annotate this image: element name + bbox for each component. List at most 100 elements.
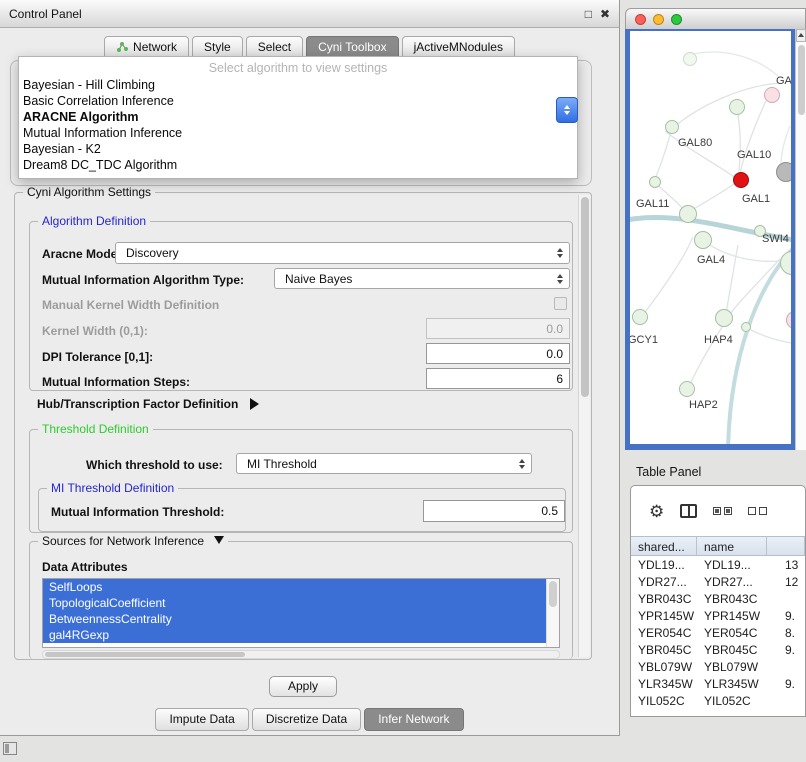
network-node-selected[interactable] [733, 172, 749, 188]
scrollbar-thumb[interactable] [45, 652, 245, 657]
network-node[interactable] [729, 99, 745, 115]
network-node[interactable] [741, 322, 751, 332]
table-row[interactable]: YIL052C YIL052C [631, 692, 805, 709]
dropdown-item[interactable]: Mutual Information Inference [19, 125, 577, 141]
network-node[interactable] [679, 381, 695, 397]
aracne-mode-combo[interactable]: Discovery [115, 242, 570, 264]
manual-kernel-checkbox[interactable] [554, 297, 567, 310]
zoom-traffic-light[interactable] [671, 14, 682, 25]
table-cell: YBR043C [631, 592, 697, 606]
network-tab-icon [116, 41, 128, 53]
dpi-tolerance-label: DPI Tolerance [0,1]: [42, 350, 153, 364]
column-header[interactable] [767, 537, 805, 555]
mi-type-combo[interactable]: Naive Bayes [274, 268, 570, 289]
kernel-width-field[interactable]: 0.0 [426, 318, 570, 339]
table-row[interactable]: YBL079W YBL079W [631, 658, 805, 675]
list-item[interactable]: gal4RGexp [43, 627, 546, 643]
algorithm-combo-button[interactable] [556, 97, 578, 123]
dpi-tolerance-field[interactable]: 0.0 [426, 343, 570, 364]
table-panel-window: ⚙ shared... name YDL19... YDL19... 13 YD… [630, 485, 806, 717]
table-cell: YDR27... [631, 575, 697, 589]
settings-group-title: Cyni Algorithm Settings [23, 185, 155, 199]
table-header-row: shared... name [631, 536, 805, 556]
mi-threshold-field[interactable]: 0.5 [423, 500, 565, 522]
deselect-all-icon[interactable] [748, 507, 767, 515]
apply-button[interactable]: Apply [269, 676, 337, 697]
column-header[interactable]: name [697, 537, 767, 555]
network-node[interactable] [683, 52, 697, 66]
combo-stepper-icon [557, 274, 563, 284]
table-row[interactable]: YPR145W YPR145W 9. [631, 607, 805, 624]
collapse-down-icon [214, 536, 224, 544]
table-row[interactable]: YBR043C YBR043C [631, 590, 805, 607]
scrollbar-thumb[interactable] [581, 197, 589, 397]
network-node[interactable] [764, 87, 780, 103]
mi-threshold-label: Mutual Information Threshold: [51, 505, 224, 519]
select-all-icon[interactable] [713, 507, 732, 515]
which-threshold-label: Which threshold to use: [86, 458, 223, 472]
minimize-icon[interactable]: □ [585, 7, 592, 21]
dropdown-item[interactable]: Basic Correlation Inference [19, 93, 577, 109]
mi-threshold-group-title: MI Threshold Definition [47, 481, 178, 495]
threshold-definition-title: Threshold Definition [38, 422, 153, 436]
scrollbar-thumb[interactable] [549, 581, 557, 607]
close-icon[interactable]: ✖ [600, 7, 610, 21]
network-scrollbar[interactable] [795, 29, 806, 450]
table-row[interactable]: YBR045C YBR045C 9. [631, 641, 805, 658]
gear-icon[interactable]: ⚙ [649, 503, 664, 520]
network-node[interactable] [776, 162, 795, 182]
mi-type-label: Mutual Information Algorithm Type: [42, 273, 244, 287]
node-label: SWI4 [762, 233, 789, 245]
list-scrollbar[interactable] [546, 579, 559, 647]
panel-dock-icon[interactable] [3, 742, 17, 755]
list-item[interactable]: TopologicalCoefficient [43, 595, 546, 611]
network-node[interactable] [649, 176, 661, 188]
table-toolbar: ⚙ [631, 486, 805, 536]
node-label: GAL80 [678, 137, 712, 149]
table-row[interactable]: YLR345W YLR345W 9. [631, 675, 805, 692]
hub-definition-expander[interactable]: Hub/Transcription Factor Definition [37, 397, 259, 411]
minimize-traffic-light[interactable] [653, 14, 664, 25]
dropdown-item[interactable]: Dream8 DC_TDC Algorithm [19, 157, 577, 173]
list-horizontal-scrollbar[interactable] [42, 650, 560, 659]
network-node[interactable] [715, 309, 733, 327]
control-panel-window: Control Panel □ ✖ Network Style Select C… [0, 0, 620, 736]
table-cell: YIL052C [697, 694, 767, 708]
column-header[interactable]: shared... [631, 537, 697, 555]
table-row[interactable]: YER054C YER054C 8. [631, 624, 805, 641]
network-node[interactable] [694, 231, 712, 249]
tab-infer-network[interactable]: Infer Network [364, 708, 463, 731]
dropdown-item[interactable]: Bayesian - K2 [19, 141, 577, 157]
table-row[interactable]: YDR27... YDR27... 12 [631, 573, 805, 590]
close-traffic-light[interactable] [635, 14, 646, 25]
list-item[interactable]: SelfLoops [43, 579, 546, 595]
scroll-up-button[interactable] [796, 29, 806, 42]
arrow-up-icon [798, 33, 804, 37]
columns-icon[interactable] [680, 504, 697, 518]
tab-label: Network [133, 40, 177, 54]
sources-group-title[interactable]: Sources for Network Inference [38, 534, 228, 548]
table-cell: YBL079W [697, 660, 767, 674]
tab-discretize-data[interactable]: Discretize Data [252, 708, 361, 731]
tab-impute-data[interactable]: Impute Data [155, 708, 248, 731]
network-canvas[interactable]: GAL GAL80 GAL10 GAL11 GAL1 SWI4 GAL4 GCY… [625, 29, 795, 450]
network-node[interactable] [665, 120, 679, 134]
network-node[interactable] [632, 309, 648, 325]
network-node[interactable] [679, 205, 697, 223]
which-threshold-combo[interactable]: MI Threshold [236, 453, 532, 474]
data-attributes-label: Data Attributes [42, 560, 128, 574]
dropdown-item[interactable]: Bayesian - Hill Climbing [19, 77, 577, 93]
table-row[interactable]: YDL19... YDL19... 13 [631, 556, 805, 573]
table-cell: YBR043C [697, 592, 767, 606]
algorithm-definition-group: Algorithm Definition Aracne Mode: Discov… [29, 221, 573, 391]
mi-steps-field[interactable]: 6 [426, 368, 570, 389]
dropdown-item-selected[interactable]: ARACNE Algorithm [19, 109, 577, 125]
dpi-tolerance-value: 0.0 [546, 347, 563, 361]
manual-kernel-label: Manual Kernel Width Definition [42, 298, 219, 312]
algorithm-definition-title: Algorithm Definition [38, 214, 150, 228]
list-item[interactable]: BetweennessCentrality [43, 611, 546, 627]
table-cell: YDR27... [697, 575, 767, 589]
tab-label: Select [258, 40, 291, 54]
scrollbar-thumb[interactable] [798, 45, 805, 115]
settings-scrollbar[interactable] [578, 195, 590, 657]
